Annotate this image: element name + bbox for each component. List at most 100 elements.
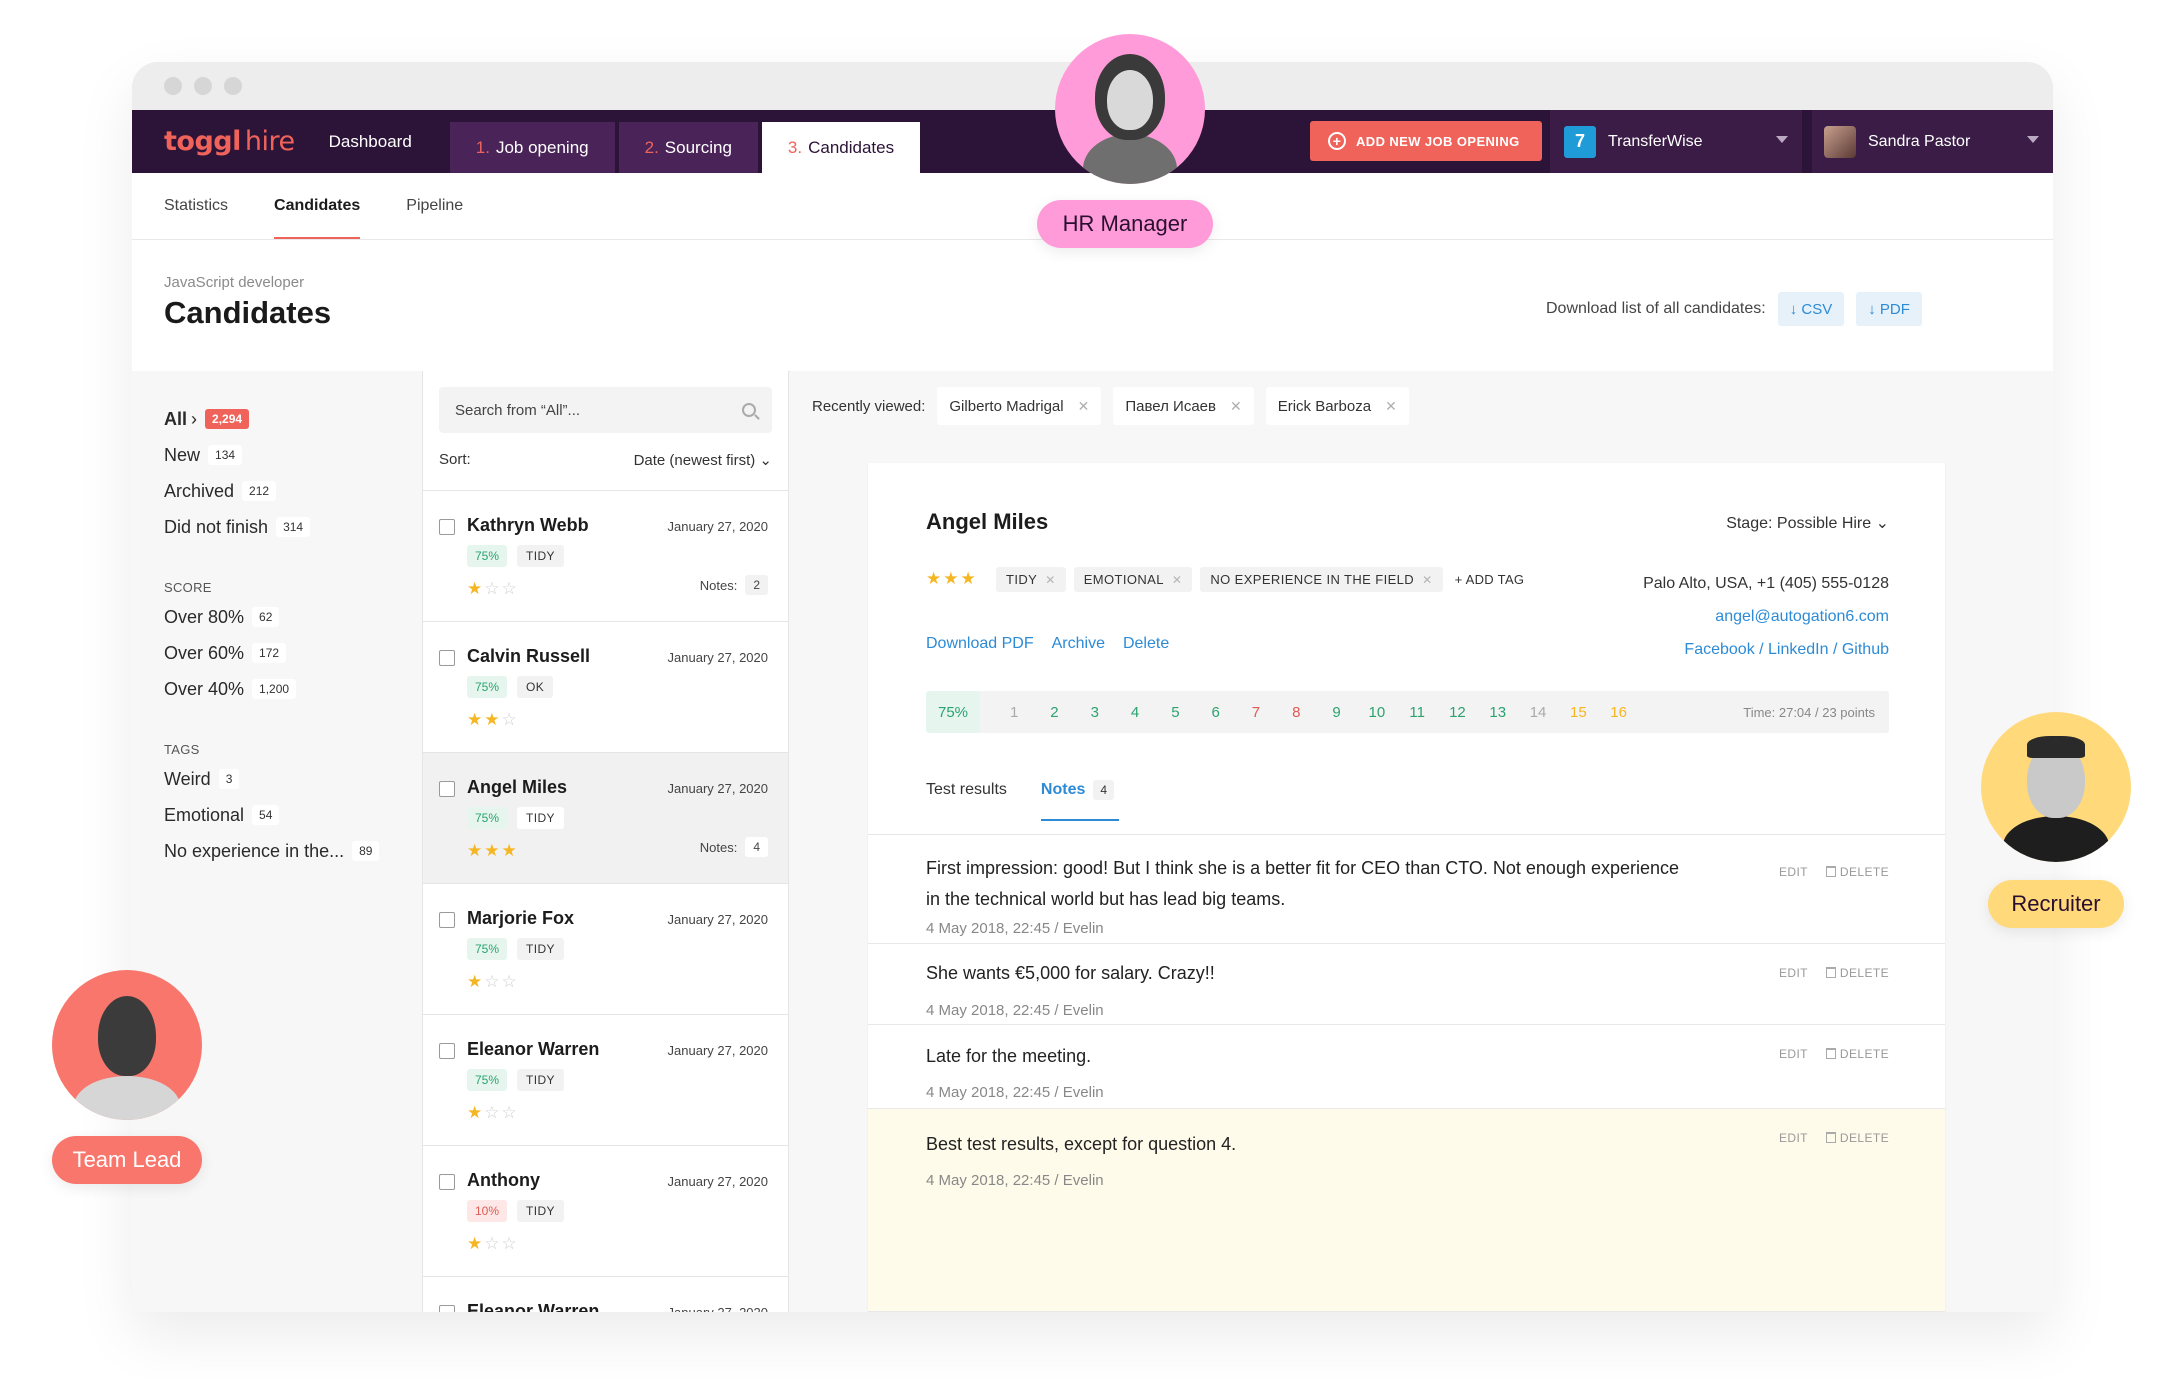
download-csv-button[interactable]: ↓ CSV (1777, 292, 1845, 326)
edit-note-button[interactable]: EDIT (1779, 865, 1808, 879)
hr-manager-label: HR Manager (1037, 200, 1213, 248)
company-switcher[interactable]: 7 TransferWise (1550, 110, 1802, 173)
team-lead-avatar (52, 970, 202, 1120)
remove-tag-icon[interactable]: ✕ (1045, 573, 1055, 587)
question-result[interactable]: 15 (1558, 704, 1598, 721)
tag-filter-0[interactable]: Weird 3 (164, 761, 422, 797)
remove-tag-icon[interactable]: ✕ (1172, 573, 1182, 587)
question-result[interactable]: 13 (1478, 704, 1518, 721)
question-result[interactable]: 4 (1115, 704, 1155, 721)
download-pdf-button[interactable]: ↓ PDF (1856, 292, 1922, 326)
select-checkbox[interactable] (439, 1305, 455, 1312)
add-tag-button[interactable]: + ADD TAG (1455, 572, 1525, 587)
candidate-social-links[interactable]: Facebook / LinkedIn / Github (1643, 633, 1889, 666)
status-filter-1[interactable]: Archived 212 (164, 473, 422, 509)
window-maximize-dot[interactable] (224, 77, 242, 95)
filter-all[interactable]: All › 2,294 (164, 401, 422, 437)
subnav-pipeline[interactable]: Pipeline (406, 173, 463, 239)
select-checkbox[interactable] (439, 1174, 455, 1190)
download-pdf-link[interactable]: Download PDF (926, 635, 1034, 653)
candidate-card[interactable]: Eleanor Warren January 27, 2020 75% TIDY ★☆☆ (423, 1015, 788, 1146)
note-actions: EDIT DELETE (1779, 1131, 1889, 1145)
star-empty-icon: ☆ (501, 579, 519, 598)
question-result[interactable]: 14 (1518, 704, 1558, 721)
tab-label: Job opening (495, 137, 589, 157)
sort-dropdown[interactable]: Date (newest first) ⌄ (634, 451, 772, 469)
candidate-card[interactable]: Kathryn Webb January 27, 2020 75% TIDY ★☆☆ No… (423, 491, 788, 622)
nav-tab-sourcing[interactable]: 2. Sourcing (618, 122, 758, 173)
window-close-dot[interactable] (164, 77, 182, 95)
delete-note-button[interactable]: DELETE (1825, 1047, 1889, 1061)
select-checkbox[interactable] (439, 650, 455, 666)
candidate-card[interactable]: Calvin Russell January 27, 2020 75% OK ★★☆ (423, 622, 788, 753)
nav-tab-job-opening[interactable]: 1. Job opening (449, 122, 615, 173)
breadcrumb[interactable]: JavaScript developer (164, 274, 304, 291)
question-result[interactable]: 12 (1437, 704, 1477, 721)
question-result[interactable]: 16 (1598, 704, 1638, 721)
select-checkbox[interactable] (439, 781, 455, 797)
recent-chip[interactable]: Erick Barboza ✕ (1265, 387, 1409, 425)
search-input[interactable]: Search from “All”... (439, 387, 772, 433)
delete-note-button[interactable]: DELETE (1825, 966, 1889, 980)
question-result[interactable]: 10 (1357, 704, 1397, 721)
question-result[interactable]: 3 (1075, 704, 1115, 721)
tab-notes[interactable]: Notes 4 (1040, 780, 1120, 821)
candidate-card[interactable]: Anthony January 27, 2020 10% TIDY ★☆☆ (423, 1146, 788, 1277)
close-icon[interactable]: ✕ (1078, 398, 1090, 415)
add-job-opening-button[interactable]: + ADD NEW JOB OPENING (1310, 121, 1542, 161)
stage-dropdown[interactable]: Stage: Possible Hire ⌄ (1726, 513, 1889, 533)
tag-filter-2[interactable]: No experience in the... 89 (164, 833, 422, 869)
nav-dashboard[interactable]: Dashboard (329, 110, 446, 173)
score-badge: 75% (467, 676, 508, 698)
subnav-statistics[interactable]: Statistics (164, 173, 228, 239)
delete-link[interactable]: Delete (1123, 635, 1169, 653)
filter-label: Weird (164, 768, 211, 789)
rating-stars: ★★★ (467, 841, 519, 861)
question-result[interactable]: 8 (1276, 704, 1316, 721)
delete-note-button[interactable]: DELETE (1825, 865, 1889, 879)
status-filter-2[interactable]: Did not finish 314 (164, 509, 422, 545)
subnav-candidates[interactable]: Candidates (274, 173, 361, 239)
candidate-card[interactable]: Angel Miles January 27, 2020 75% TIDY ★★★ Not… (423, 753, 788, 884)
score-filter-0[interactable]: Over 80% 62 (164, 599, 422, 635)
edit-note-button[interactable]: EDIT (1779, 1047, 1808, 1061)
status-filter-0[interactable]: New 134 (164, 437, 422, 473)
recent-chip[interactable]: Gilberto Madrigal ✕ (937, 387, 1102, 425)
toggl-hire-logo[interactable]: toggl hire (132, 110, 329, 173)
delete-note-button[interactable]: DELETE (1825, 1131, 1889, 1145)
contact-info: Palo Alto, USA, +1 (405) 555-0128 angel@… (1643, 567, 1889, 666)
edit-note-button[interactable]: EDIT (1779, 1131, 1808, 1145)
archive-link[interactable]: Archive (1052, 635, 1105, 653)
question-result[interactable]: 6 (1196, 704, 1236, 721)
score-filter-1[interactable]: Over 60% 172 (164, 635, 422, 671)
question-result[interactable]: 7 (1236, 704, 1276, 721)
candidate-email-link[interactable]: angel@autogation6.com (1643, 600, 1889, 633)
nav-tab-candidates[interactable]: 3. Candidates (761, 122, 921, 173)
star-empty-icon: ☆ (484, 972, 502, 991)
candidate-card[interactable]: Eleanor Warren January 27, 2020 (423, 1277, 788, 1312)
candidate-card[interactable]: Marjorie Fox January 27, 2020 75% TIDY ★☆☆ (423, 884, 788, 1015)
edit-note-button[interactable]: EDIT (1779, 966, 1808, 980)
user-menu[interactable]: Sandra Pastor (1812, 110, 2053, 173)
select-checkbox[interactable] (439, 519, 455, 535)
recent-chip[interactable]: Павел Исаев ✕ (1113, 387, 1254, 425)
window-minimize-dot[interactable] (194, 77, 212, 95)
question-result[interactable]: 9 (1316, 704, 1356, 721)
filter-label: Over 80% (164, 606, 245, 627)
note-meta: 4 May 2018, 22:45 / Evelin (926, 1084, 1104, 1101)
remove-tag-icon[interactable]: ✕ (1422, 573, 1432, 587)
close-icon[interactable]: ✕ (1230, 398, 1242, 415)
question-result[interactable]: 2 (1034, 704, 1074, 721)
question-result[interactable]: 11 (1397, 704, 1437, 721)
tab-test-results[interactable]: Test results (926, 781, 1007, 799)
score-filter-2[interactable]: Over 40% 1,200 (164, 671, 422, 707)
select-checkbox[interactable] (439, 912, 455, 928)
select-checkbox[interactable] (439, 1043, 455, 1059)
filter-label: No experience in the... (164, 840, 345, 861)
close-icon[interactable]: ✕ (1385, 398, 1397, 415)
notes-count-badge: 4 (1093, 780, 1115, 800)
rating-stars[interactable]: ★★★ (926, 569, 978, 589)
tag-filter-1[interactable]: Emotional 54 (164, 797, 422, 833)
question-result[interactable]: 5 (1155, 704, 1195, 721)
question-result[interactable]: 1 (994, 704, 1034, 721)
